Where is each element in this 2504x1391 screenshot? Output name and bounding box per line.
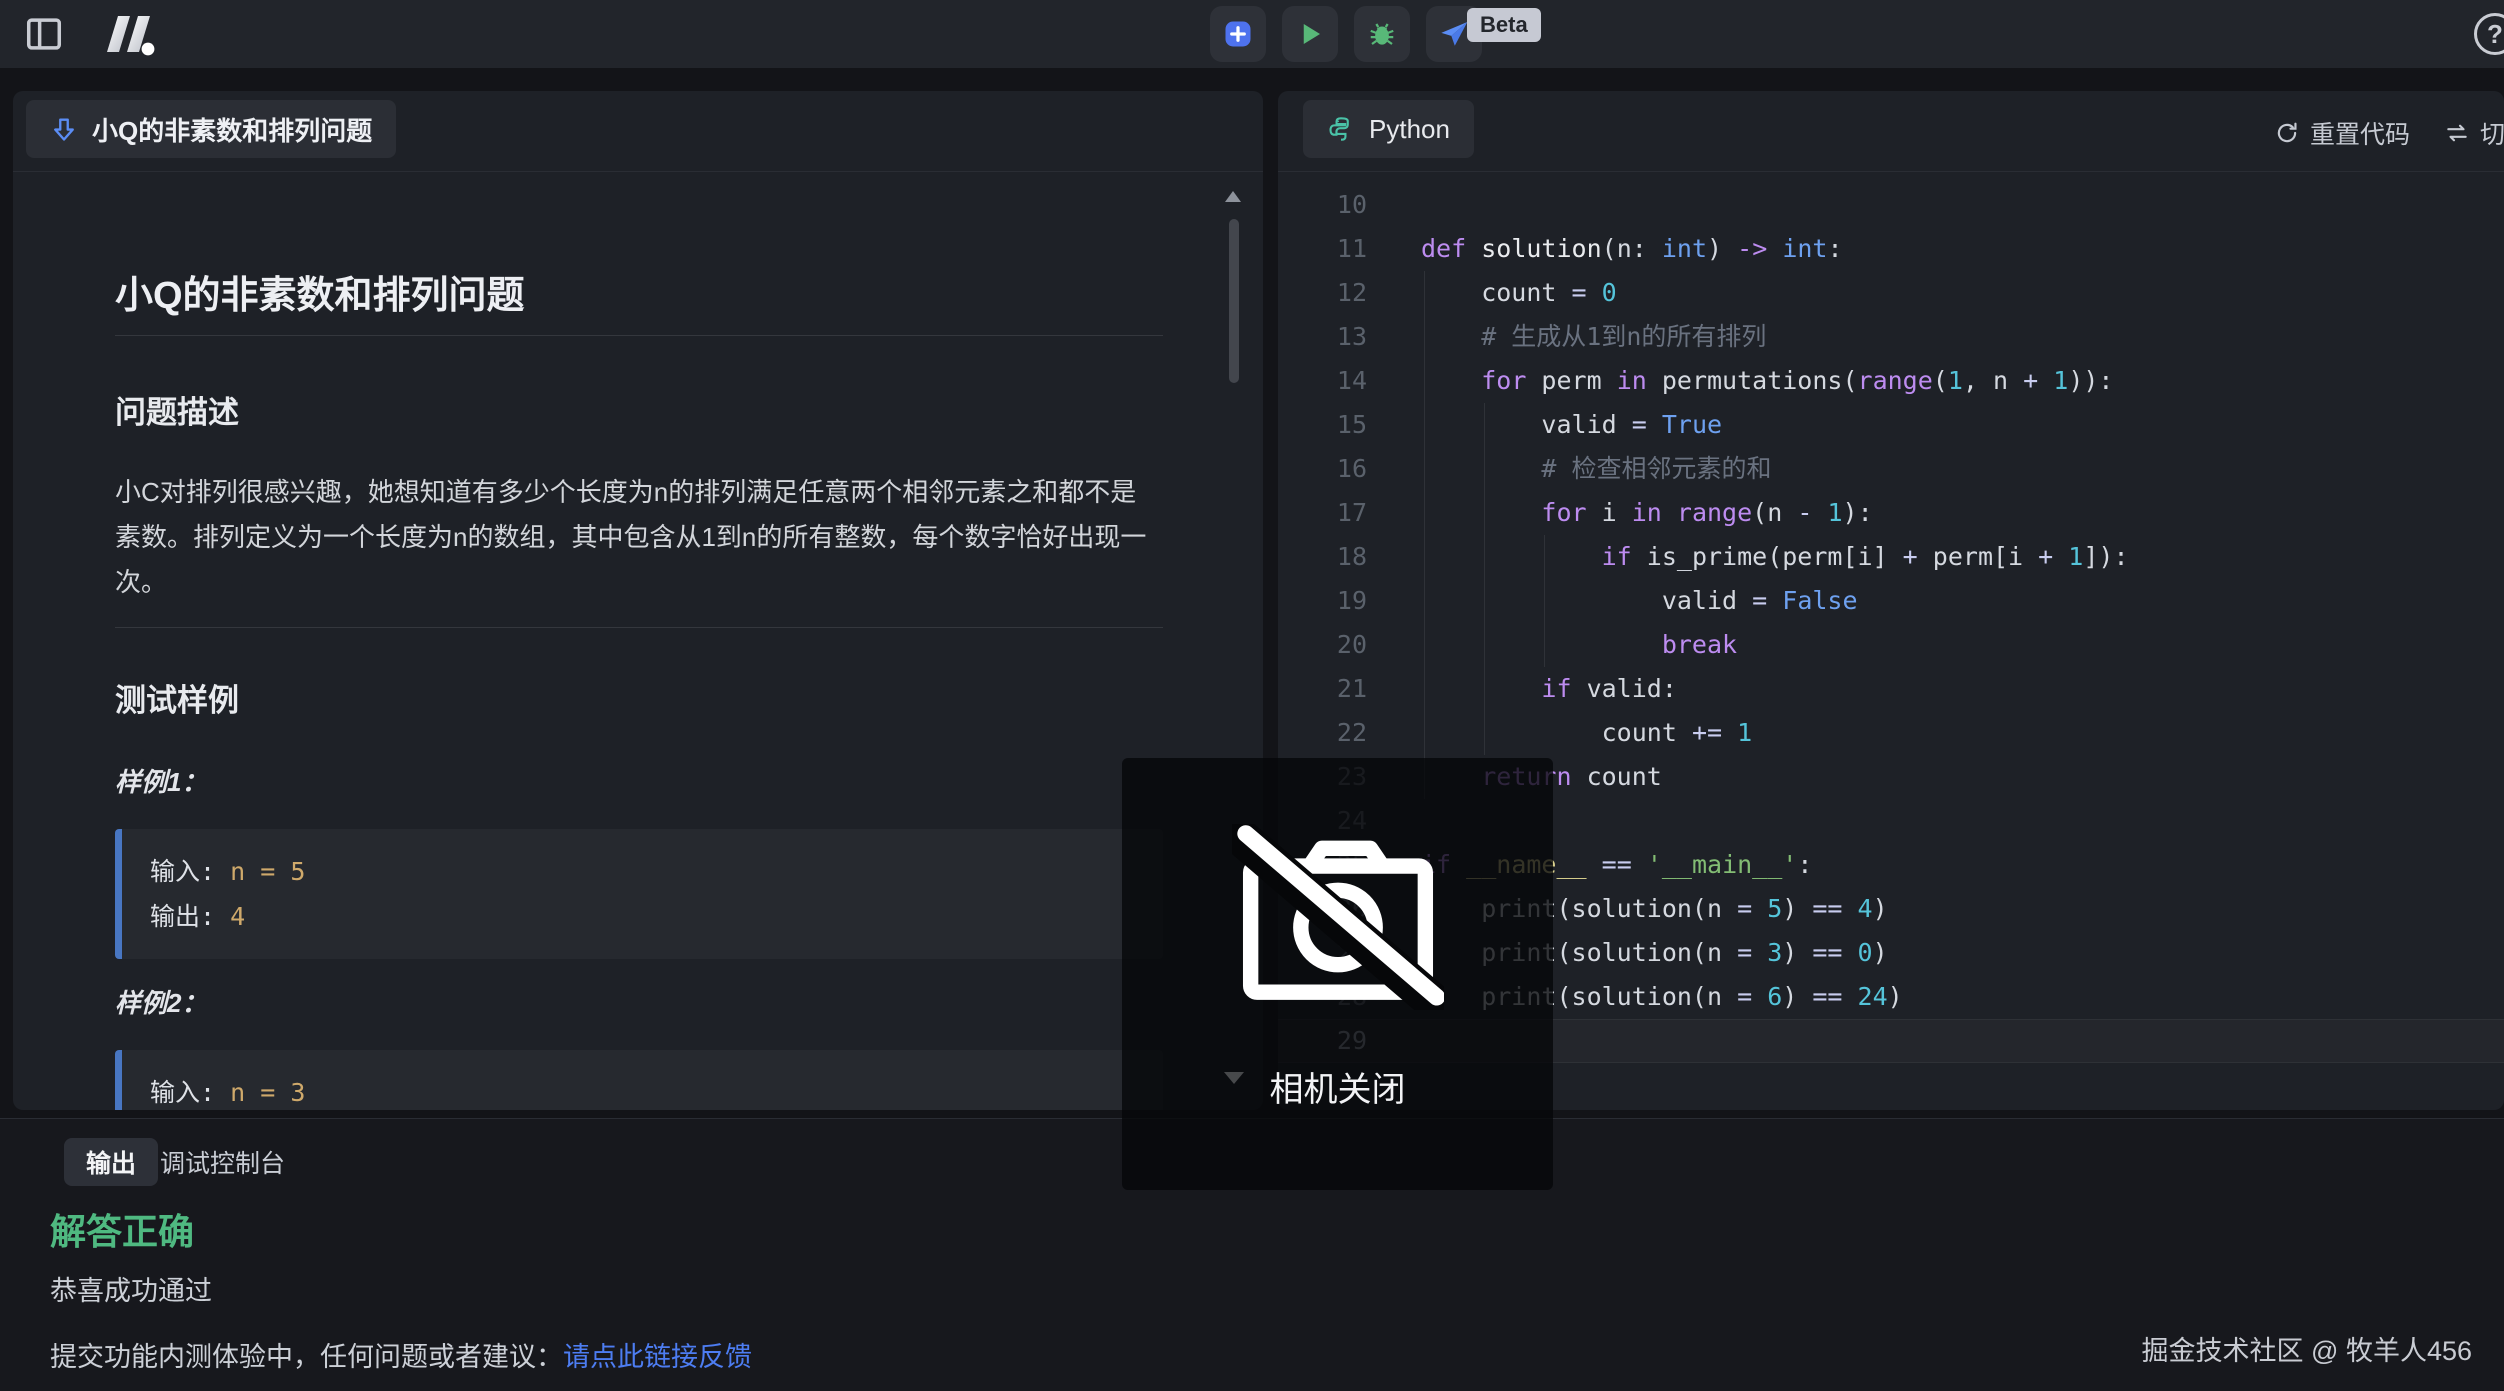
switch-button[interactable]: 切换: [2444, 115, 2504, 151]
tab-output[interactable]: 输出: [64, 1138, 158, 1186]
sample1-output-line: 输出: 4: [150, 894, 1135, 939]
editor-panel-header: Python 重置代码 切换: [1278, 91, 2504, 172]
marscode-logo-icon: [102, 12, 166, 56]
code-line[interactable]: 21 if valid:: [1278, 667, 2504, 711]
language-tab[interactable]: Python: [1303, 100, 1474, 158]
line-number: 19: [1278, 579, 1367, 623]
sample1-block: 输入: n = 5 输出: 4: [115, 829, 1163, 959]
tab-debug-console[interactable]: 调试控制台: [160, 1138, 285, 1186]
code-line[interactable]: 17 for i in range(n - 1):: [1278, 491, 2504, 535]
result-subtitle: 恭喜成功通过: [50, 1269, 212, 1308]
help-button[interactable]: ?: [2474, 13, 2504, 55]
line-number: 15: [1278, 403, 1367, 447]
feedback-link[interactable]: 请点此链接反馈: [563, 1342, 752, 1372]
swap-arrows-icon: [2444, 120, 2470, 146]
bug-icon: [1367, 19, 1397, 49]
code-line[interactable]: 15 valid = True: [1278, 403, 2504, 447]
language-tab-label: Python: [1369, 114, 1450, 145]
problem-content: 小Q的非素数和排列问题 问题描述 小C对排列很感兴趣，她想知道有多少个长度为n的…: [13, 264, 1263, 1110]
result-status: 解答正确: [50, 1203, 194, 1255]
line-number: 16: [1278, 447, 1367, 491]
tab-debug-console-label: 调试控制台: [160, 1144, 285, 1180]
problem-panel-header: 小Q的非素数和排列问题: [13, 91, 1263, 172]
code-line[interactable]: 10: [1278, 183, 2504, 227]
samples-heading: 测试样例: [115, 675, 1163, 720]
reset-code-label: 重置代码: [2310, 115, 2410, 151]
line-number: 17: [1278, 491, 1367, 535]
line-number: 12: [1278, 271, 1367, 315]
code-line[interactable]: 16 # 检查相邻元素的和: [1278, 447, 2504, 491]
code-line[interactable]: 12 count = 0: [1278, 271, 2504, 315]
line-number: 14: [1278, 359, 1367, 403]
feedback-text: 提交功能内测体验中，任何问题或者建议：: [50, 1342, 563, 1372]
layout-panel-icon: [26, 18, 62, 50]
code-line[interactable]: 11def solution(n: int) -> int:: [1278, 227, 2504, 271]
sample2-block: 输入: n = 3 输出: 0: [115, 1050, 1163, 1110]
add-file-button[interactable]: [1210, 6, 1266, 62]
problem-tab-label: 小Q的非素数和排列问题: [92, 111, 372, 148]
code-line[interactable]: 14 for perm in permutations(range(1, n +…: [1278, 359, 2504, 403]
python-logo-icon: [1327, 115, 1355, 143]
line-number: 11: [1278, 227, 1367, 271]
attribution-text: 掘金技术社区 @ 牧羊人456: [2142, 1329, 2472, 1368]
line-number: 18: [1278, 535, 1367, 579]
app-logo[interactable]: [100, 11, 168, 57]
sample2-label: 样例2：: [115, 983, 1163, 1020]
problem-title: 小Q的非素数和排列问题: [115, 264, 1163, 336]
switch-label: 切换: [2480, 115, 2504, 151]
feedback-line: 提交功能内测体验中，任何问题或者建议：请点此链接反馈: [50, 1335, 752, 1374]
question-mark-icon: ?: [2487, 19, 2503, 50]
scrollbar-thumb[interactable]: [1229, 219, 1239, 383]
paper-plane-icon: [1438, 18, 1470, 50]
code-line[interactable]: 22 count += 1: [1278, 711, 2504, 755]
download-arrow-icon: [50, 114, 78, 144]
sample1-input-line: 输入: n = 5: [150, 849, 1135, 894]
camera-off-label: 相机关闭: [1122, 1062, 1553, 1111]
top-bar: Beta ?: [0, 0, 2504, 68]
reset-code-button[interactable]: 重置代码: [2274, 115, 2410, 151]
tab-output-label: 输出: [86, 1144, 136, 1180]
code-line[interactable]: 18 if is_prime(perm[i] + perm[i + 1]):: [1278, 535, 2504, 579]
play-icon: [1295, 19, 1325, 49]
camera-off-icon: [1232, 824, 1444, 1010]
line-number: 22: [1278, 711, 1367, 755]
code-line[interactable]: 20 break: [1278, 623, 2504, 667]
line-number: 21: [1278, 667, 1367, 711]
run-button[interactable]: [1282, 6, 1338, 62]
line-number: 20: [1278, 623, 1367, 667]
section-divider: [115, 627, 1163, 628]
sample2-input-line: 输入: n = 3: [150, 1070, 1135, 1110]
description-text: 小C对排列很感兴趣，她想知道有多少个长度为n的排列满足任意两个相邻元素之和都不是…: [115, 470, 1161, 605]
reset-refresh-icon: [2274, 120, 2300, 146]
line-number: 10: [1278, 183, 1367, 227]
scrollbar-up-arrow-icon[interactable]: [1225, 191, 1241, 202]
problem-tab[interactable]: 小Q的非素数和排列问题: [26, 100, 396, 158]
beta-badge: Beta: [1467, 8, 1541, 42]
problem-panel: 小Q的非素数和排列问题 小Q的非素数和排列问题 问题描述 小C对排列很感兴趣，她…: [13, 91, 1263, 1110]
sample1-label: 样例1：: [115, 762, 1163, 799]
debug-button[interactable]: [1354, 6, 1410, 62]
description-heading: 问题描述: [115, 387, 1163, 432]
add-plus-icon: [1223, 19, 1253, 49]
code-line[interactable]: 13 # 生成从1到n的所有排列: [1278, 315, 2504, 359]
line-number: 13: [1278, 315, 1367, 359]
code-line[interactable]: 19 valid = False: [1278, 579, 2504, 623]
camera-off-overlay: 相机关闭: [1122, 758, 1553, 1190]
sidebar-toggle-button[interactable]: [24, 16, 64, 52]
